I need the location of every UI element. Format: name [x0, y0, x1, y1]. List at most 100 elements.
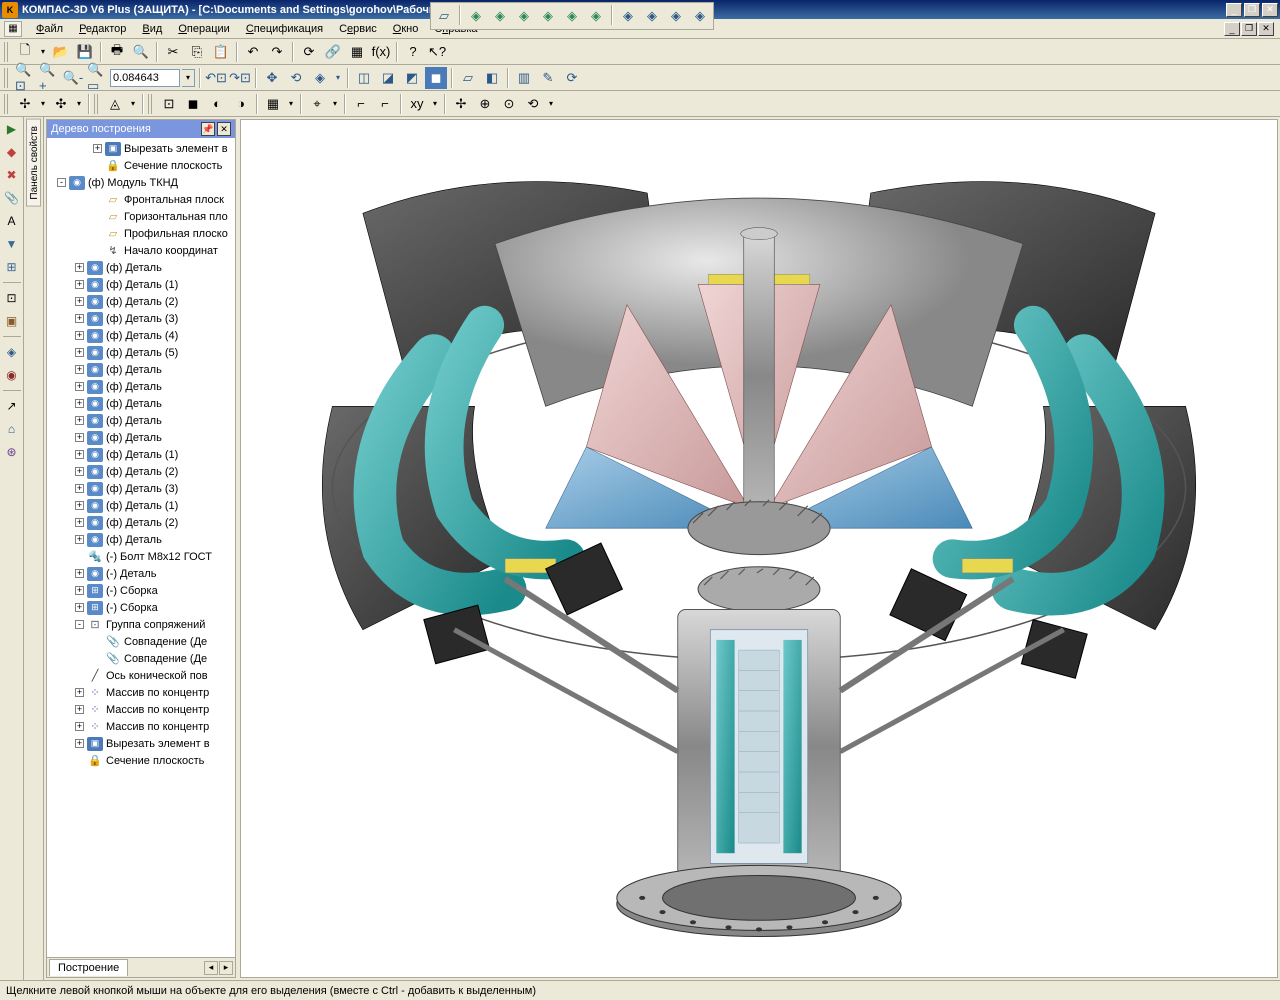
zoom-window-button[interactable]: 🔍▭: [86, 67, 108, 89]
tree-row[interactable]: +◉(ф) Деталь: [47, 259, 235, 276]
sk1-button[interactable]: ✢: [14, 93, 36, 115]
tree-row[interactable]: +◉(ф) Деталь (2): [47, 514, 235, 531]
sk2d[interactable]: ▾: [74, 93, 84, 115]
app-menu-icon[interactable]: ▦: [4, 21, 22, 37]
iso1-button[interactable]: ◈: [465, 5, 487, 27]
surf-button[interactable]: ◬: [104, 93, 126, 115]
redraw-button[interactable]: ⟳: [561, 67, 583, 89]
menu-file[interactable]: Файл: [28, 21, 71, 37]
rebuild-button[interactable]: ⟳: [298, 41, 320, 63]
sk3-button[interactable]: ⊡: [158, 93, 180, 115]
new-dropdown[interactable]: ▾: [38, 41, 48, 63]
expand-icon[interactable]: +: [75, 603, 84, 612]
mdi-minimize-button[interactable]: _: [1224, 22, 1240, 36]
rotate-button[interactable]: ⟲: [285, 67, 307, 89]
tree-close-button[interactable]: ✕: [217, 122, 231, 136]
tree-row[interactable]: +▣Вырезать элемент в: [47, 735, 235, 752]
tree-row[interactable]: +◉(ф) Деталь (1): [47, 497, 235, 514]
zoom-out-button[interactable]: 🔍-: [62, 67, 84, 89]
floating-toolbar[interactable]: ▱ ◈ ◈ ◈ ◈ ◈ ◈ ◈ ◈ ◈ ◈: [430, 2, 714, 30]
sk11-button[interactable]: ⊕: [474, 93, 496, 115]
sk7-button[interactable]: ⌐: [350, 93, 372, 115]
expand-icon[interactable]: +: [75, 518, 84, 527]
expand-icon[interactable]: +: [75, 433, 84, 442]
expand-icon[interactable]: +: [75, 297, 84, 306]
tree-row[interactable]: 📎Совпадение (Де: [47, 650, 235, 667]
tree-row[interactable]: +◉(ф) Деталь (4): [47, 327, 235, 344]
expand-icon[interactable]: +: [75, 365, 84, 374]
toolbar-grip[interactable]: [94, 94, 99, 114]
tree-row[interactable]: +⁘Массив по концентр: [47, 701, 235, 718]
tree-row[interactable]: +◉(ф) Деталь (3): [47, 310, 235, 327]
tree-row[interactable]: +◉(ф) Деталь (2): [47, 463, 235, 480]
attach-button[interactable]: 🔗: [322, 41, 344, 63]
iso3-button[interactable]: ◈: [513, 5, 535, 27]
iso2-button[interactable]: ◈: [489, 5, 511, 27]
expand-icon[interactable]: -: [57, 178, 66, 187]
expand-icon[interactable]: +: [75, 569, 84, 578]
hidden-button[interactable]: ◪: [377, 67, 399, 89]
ls-btn4[interactable]: 📎: [2, 188, 22, 208]
expand-icon[interactable]: +: [75, 535, 84, 544]
surfd[interactable]: ▾: [128, 93, 138, 115]
tree-row[interactable]: -◉(ф) Модуль ТКНД: [47, 174, 235, 191]
ls-btn11[interactable]: ◉: [2, 365, 22, 385]
expand-icon[interactable]: -: [75, 620, 84, 629]
ls-btn12[interactable]: ↗: [2, 396, 22, 416]
menu-spec[interactable]: Спецификация: [238, 21, 331, 37]
tree-row[interactable]: ▱Горизонтальная пло: [47, 208, 235, 225]
perspective-button[interactable]: ▱: [457, 67, 479, 89]
pan-button[interactable]: ✥: [261, 67, 283, 89]
ls-btn8[interactable]: ⊡: [2, 288, 22, 308]
zoom-fit-button[interactable]: 🔍⊡: [14, 67, 36, 89]
minimize-button[interactable]: _: [1226, 3, 1242, 17]
plane-icon[interactable]: ▱: [433, 5, 455, 27]
iso10-button[interactable]: ◈: [689, 5, 711, 27]
expand-icon[interactable]: +: [75, 416, 84, 425]
section-button[interactable]: ◧: [481, 67, 503, 89]
new-button[interactable]: 🗋: [14, 41, 36, 63]
ls-btn13[interactable]: ⌂: [2, 419, 22, 439]
sk13d[interactable]: ▾: [546, 93, 556, 115]
sk9-button[interactable]: xy: [406, 93, 428, 115]
ls-btn2[interactable]: ◆: [2, 142, 22, 162]
view-prev-button[interactable]: ↶⊡: [205, 67, 227, 89]
tree-row[interactable]: +▣Вырезать элемент в: [47, 140, 235, 157]
grid-button[interactable]: ▦: [262, 93, 284, 115]
expand-icon[interactable]: +: [75, 399, 84, 408]
sk1d[interactable]: ▾: [38, 93, 48, 115]
expand-icon[interactable]: +: [75, 314, 84, 323]
tree-row[interactable]: +⁘Массив по концентр: [47, 718, 235, 735]
view-next-button[interactable]: ↷⊡: [229, 67, 251, 89]
tree-row[interactable]: ↯Начало координат: [47, 242, 235, 259]
print-button[interactable]: 🖶: [106, 41, 128, 63]
expand-icon[interactable]: +: [75, 348, 84, 357]
sk10-button[interactable]: ✢: [450, 93, 472, 115]
tree-row[interactable]: ╱Ось конической пов: [47, 667, 235, 684]
snap-button[interactable]: ⌖: [306, 93, 328, 115]
sk12-button[interactable]: ⊙: [498, 93, 520, 115]
menu-service[interactable]: Сервис: [331, 21, 385, 37]
vars-button[interactable]: f(x): [370, 41, 392, 63]
expand-icon[interactable]: +: [75, 280, 84, 289]
expand-icon[interactable]: +: [75, 450, 84, 459]
toolbar-grip[interactable]: [4, 94, 9, 114]
expand-icon[interactable]: +: [93, 144, 102, 153]
3d-viewport[interactable]: [240, 119, 1278, 978]
mdi-restore-button[interactable]: ❐: [1241, 22, 1257, 36]
ls-btn6[interactable]: ▼: [2, 234, 22, 254]
edit-button[interactable]: ✎: [537, 67, 559, 89]
toolbar-grip[interactable]: [4, 68, 9, 88]
expand-icon[interactable]: +: [75, 722, 84, 731]
zoom-field[interactable]: 0.084643: [110, 69, 180, 87]
tree-row[interactable]: +◉(ф) Деталь: [47, 531, 235, 548]
tree-row[interactable]: +◉(ф) Деталь (3): [47, 480, 235, 497]
menu-view[interactable]: Вид: [134, 21, 170, 37]
redo-button[interactable]: ↷: [266, 41, 288, 63]
tree-scroll-right[interactable]: ▸: [219, 961, 233, 975]
expand-icon[interactable]: +: [75, 331, 84, 340]
menu-operations[interactable]: Операции: [170, 21, 237, 37]
sk8-button[interactable]: ⌐: [374, 93, 396, 115]
tree-row[interactable]: ▱Фронтальная плоск: [47, 191, 235, 208]
tree-row[interactable]: 📎Совпадение (Де: [47, 633, 235, 650]
